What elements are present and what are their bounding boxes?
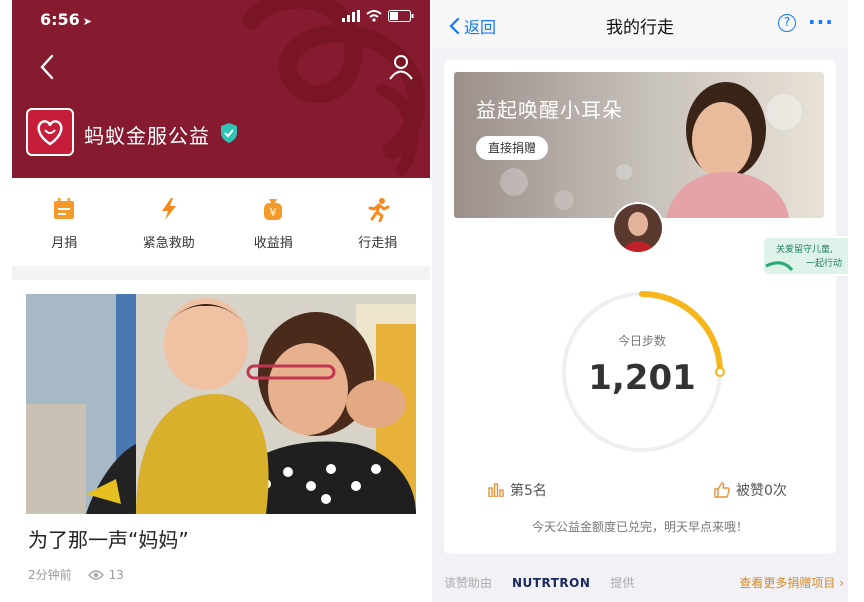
- walking-card: 益起唤醒小耳朵 直接捐赠 关爱留守儿童, 一起行动 今日步数 1,201 第5名…: [444, 60, 848, 554]
- quick-action-yield[interactable]: ¥ 收益捐: [221, 178, 326, 266]
- steps-label: 今日步数: [617, 334, 666, 348]
- direct-donate-button[interactable]: 直接捐赠: [476, 136, 549, 160]
- wifi-icon: [366, 10, 382, 22]
- back-chevron-icon[interactable]: [36, 52, 60, 82]
- badge-line-1: 关爱留守儿童,: [776, 243, 833, 255]
- battery-icon: [388, 10, 414, 22]
- quick-action-label: 月捐: [51, 236, 78, 251]
- article-views: 13: [108, 567, 124, 582]
- quick-action-emergency[interactable]: 紧急救助: [117, 178, 222, 266]
- bar-chart-icon: [488, 483, 504, 497]
- brand-name: 蚂蚁金服公益: [84, 124, 210, 148]
- money-bag-icon: ¥: [264, 199, 283, 220]
- steps-value: 1,201: [588, 358, 696, 398]
- quick-action-monthly[interactable]: 月捐: [12, 178, 117, 266]
- banner-title: 益起唤醒小耳朵: [476, 98, 623, 122]
- status-icons: [342, 10, 414, 22]
- rank-link[interactable]: 第5名: [488, 480, 547, 500]
- calendar-icon: [54, 198, 75, 219]
- more-options-icon[interactable]: ···: [808, 10, 834, 34]
- article-title[interactable]: 为了那一声“妈妈”: [28, 524, 189, 553]
- sponsor-avatar: [612, 202, 664, 254]
- article-card[interactable]: 为了那一声“妈妈” 2分钟前 13: [12, 280, 430, 602]
- quick-actions: 月捐 紧急救助 ¥ 收益捐 行走捐: [12, 178, 430, 266]
- sponsor-prefix: 该赞助由: [444, 576, 493, 590]
- care-left-behind-children-badge: 关爱留守儿童, 一起行动: [762, 236, 848, 276]
- charity-logo: [26, 108, 74, 156]
- quick-action-label: 收益捐: [253, 236, 293, 251]
- help-icon[interactable]: ?: [778, 14, 796, 32]
- quick-action-label: 紧急救助: [142, 236, 195, 251]
- article-meta: 2分钟前 13: [28, 566, 124, 583]
- project-banner[interactable]: 益起唤醒小耳朵 直接捐赠: [454, 72, 824, 218]
- more-projects-link[interactable]: 查看更多捐赠项目 ›: [739, 574, 844, 591]
- signal-icon: [342, 10, 360, 22]
- badge-line-2: 一起行动: [806, 257, 842, 269]
- nav-bar: 返回 我的行走 ? ···: [432, 0, 848, 48]
- profile-icon[interactable]: [386, 52, 416, 82]
- svg-text:¥: ¥: [270, 206, 277, 219]
- eye-icon: [87, 569, 104, 580]
- thumbs-up-icon: [714, 482, 730, 498]
- article-time: 2分钟前: [28, 568, 72, 582]
- sponsor-footer: 该赞助由 NUTRTRON 提供 查看更多捐赠项目 ›: [444, 574, 844, 591]
- quota-notice: 今天公益金额度已兑完，明天早点来哦！: [531, 520, 748, 534]
- status-time: 6:56 ➤: [40, 10, 93, 29]
- sponsor-suffix: 提供: [610, 576, 635, 590]
- lightning-icon: [161, 198, 176, 220]
- quick-action-walking[interactable]: 行走捐: [326, 178, 431, 266]
- rank-text: 第5名: [510, 483, 547, 499]
- verified-badge-icon: [221, 123, 237, 143]
- my-walking-screen: 返回 我的行走 ? ··· 益起唤醒小耳朵 直接捐赠 关爱留守儿童, 一起行动 …: [432, 0, 848, 602]
- article-photo: [26, 294, 416, 514]
- sponsor-logo: NUTRTRON: [512, 575, 591, 590]
- likes-text: 被赞0次: [736, 483, 787, 499]
- likes-link[interactable]: 被赞0次: [714, 480, 787, 500]
- quick-action-label: 行走捐: [358, 236, 398, 251]
- charity-header: 6:56 ➤ 蚂蚁金服公益: [12, 0, 430, 178]
- alipay-charity-screen: 6:56 ➤ 蚂蚁金服公益 月捐 紧急救助 ¥ 收益捐 行走捐 为了那一声“妈妈…: [12, 0, 430, 602]
- walking-person-icon: [368, 198, 390, 222]
